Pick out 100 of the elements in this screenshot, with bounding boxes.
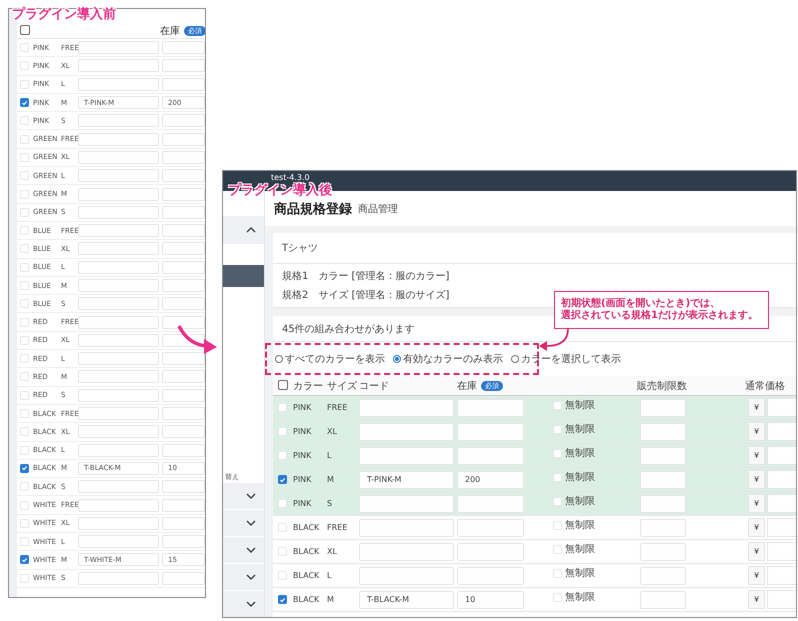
code-field[interactable] bbox=[78, 150, 159, 164]
chevron-down-icon[interactable] bbox=[246, 546, 256, 553]
stock-field[interactable] bbox=[162, 498, 205, 512]
stock-field[interactable] bbox=[162, 370, 205, 384]
code-field[interactable] bbox=[359, 422, 454, 440]
stock-field[interactable]: 10 bbox=[457, 590, 524, 608]
code-field[interactable] bbox=[78, 498, 159, 512]
code-field[interactable] bbox=[78, 242, 159, 256]
code-field[interactable] bbox=[78, 59, 159, 72]
sale-limit-field[interactable] bbox=[640, 590, 686, 608]
price-field[interactable] bbox=[767, 494, 796, 513]
chevron-down-icon[interactable] bbox=[246, 520, 256, 526]
stock-field[interactable] bbox=[457, 446, 524, 464]
stock-field[interactable] bbox=[162, 132, 205, 146]
code-field[interactable] bbox=[78, 535, 159, 548]
chevron-down-icon[interactable] bbox=[246, 574, 256, 580]
code-field[interactable] bbox=[78, 388, 159, 402]
price-field[interactable] bbox=[767, 470, 796, 489]
code-field[interactable] bbox=[78, 425, 159, 438]
sale-limit-field[interactable] bbox=[640, 518, 686, 536]
price-field[interactable] bbox=[767, 446, 796, 465]
stock-field[interactable] bbox=[162, 224, 205, 238]
sale-limit-field[interactable] bbox=[640, 566, 686, 584]
code-field[interactable] bbox=[78, 334, 159, 347]
code-field[interactable] bbox=[78, 279, 159, 292]
code-field[interactable] bbox=[78, 480, 159, 494]
stock-field[interactable] bbox=[162, 388, 205, 402]
code-field[interactable] bbox=[78, 352, 159, 366]
code-field[interactable] bbox=[78, 407, 159, 420]
stock-field[interactable] bbox=[457, 542, 524, 560]
stock-field[interactable] bbox=[162, 572, 205, 585]
code-field[interactable] bbox=[78, 572, 159, 585]
stock-field[interactable] bbox=[162, 407, 205, 420]
code-field[interactable] bbox=[359, 518, 454, 536]
price-field[interactable] bbox=[767, 422, 796, 441]
checkbox[interactable] bbox=[278, 380, 288, 390]
radio-option[interactable]: 有効なカラーのみ表示 bbox=[393, 352, 503, 366]
stock-field[interactable] bbox=[162, 169, 205, 182]
stock-field[interactable] bbox=[162, 242, 205, 256]
stock-field[interactable] bbox=[162, 114, 205, 128]
code-field[interactable] bbox=[78, 132, 159, 146]
code-field[interactable] bbox=[78, 114, 159, 128]
checkbox[interactable] bbox=[20, 25, 30, 36]
code-field[interactable] bbox=[78, 516, 159, 530]
stock-field[interactable] bbox=[162, 297, 205, 310]
code-field[interactable] bbox=[359, 566, 454, 584]
code-field[interactable] bbox=[78, 370, 159, 384]
stock-field[interactable] bbox=[162, 78, 205, 91]
sale-limit-field[interactable] bbox=[640, 470, 686, 488]
code-field[interactable] bbox=[359, 494, 454, 512]
price-field[interactable] bbox=[767, 590, 796, 609]
code-field[interactable] bbox=[78, 260, 159, 274]
sale-limit-field[interactable] bbox=[640, 422, 686, 440]
price-field[interactable] bbox=[767, 542, 796, 561]
stock-field[interactable] bbox=[162, 59, 205, 72]
sidebar-active-item[interactable] bbox=[223, 264, 264, 288]
code-field[interactable] bbox=[78, 78, 159, 91]
sale-limit-field[interactable] bbox=[640, 542, 686, 560]
stock-field[interactable] bbox=[162, 41, 205, 54]
code-field[interactable] bbox=[359, 542, 454, 560]
code-field[interactable] bbox=[78, 224, 159, 238]
code-field[interactable] bbox=[78, 169, 159, 182]
price-field[interactable] bbox=[767, 518, 796, 537]
stock-field[interactable] bbox=[162, 279, 205, 292]
code-field[interactable]: T-PINK-M bbox=[359, 470, 454, 488]
radio-option[interactable]: カラーを選択して表示 bbox=[511, 352, 621, 366]
code-field[interactable]: T-BLACK-M bbox=[359, 590, 454, 608]
radio-option[interactable]: すべてのカラーを表示 bbox=[275, 352, 385, 366]
stock-field[interactable] bbox=[162, 150, 205, 164]
stock-field[interactable] bbox=[162, 444, 205, 457]
code-field[interactable] bbox=[78, 188, 159, 201]
code-field[interactable] bbox=[78, 297, 159, 310]
sale-limit-field[interactable] bbox=[640, 446, 686, 464]
chevron-down-icon[interactable] bbox=[246, 600, 256, 607]
stock-field[interactable] bbox=[162, 516, 205, 530]
checkbox[interactable] bbox=[20, 98, 29, 108]
stock-field[interactable] bbox=[162, 425, 205, 438]
price-field[interactable] bbox=[767, 566, 796, 585]
sale-limit-field[interactable] bbox=[640, 398, 686, 416]
code-field[interactable] bbox=[78, 206, 159, 219]
stock-field[interactable] bbox=[162, 260, 205, 274]
chevron-down-icon[interactable] bbox=[246, 492, 256, 499]
stock-field[interactable] bbox=[162, 188, 205, 201]
stock-field[interactable] bbox=[457, 494, 524, 512]
stock-field[interactable] bbox=[457, 422, 524, 440]
stock-field[interactable] bbox=[162, 316, 205, 329]
stock-field[interactable] bbox=[457, 566, 524, 584]
code-field[interactable] bbox=[78, 41, 159, 54]
code-field[interactable] bbox=[78, 444, 159, 457]
checkbox[interactable] bbox=[20, 555, 29, 564]
checkbox[interactable] bbox=[278, 475, 287, 484]
price-field[interactable] bbox=[767, 398, 796, 417]
checkbox[interactable] bbox=[278, 595, 287, 604]
stock-field[interactable] bbox=[162, 206, 205, 219]
code-field[interactable] bbox=[359, 446, 454, 464]
stock-field[interactable] bbox=[162, 352, 205, 366]
stock-field[interactable] bbox=[457, 398, 524, 416]
stock-field[interactable]: 200 bbox=[457, 470, 524, 488]
stock-field[interactable] bbox=[457, 518, 524, 536]
checkbox[interactable] bbox=[20, 464, 29, 473]
